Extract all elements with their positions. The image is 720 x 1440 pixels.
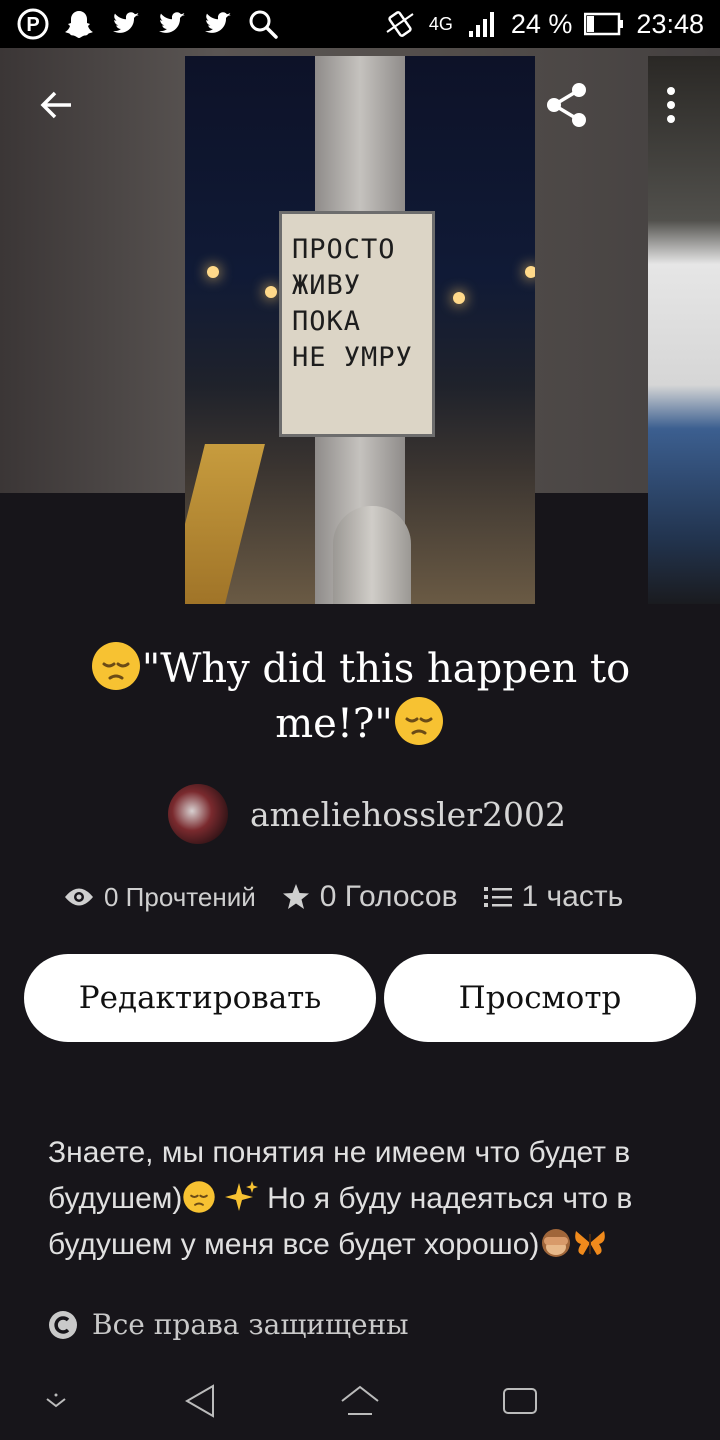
parts-stat: 1 часть <box>483 880 624 914</box>
author-row[interactable]: ameliehossler2002 <box>168 784 566 844</box>
search-icon <box>246 7 280 41</box>
avatar[interactable] <box>168 784 228 844</box>
sparkles-emoji-icon <box>224 1181 258 1211</box>
pensive-face-emoji-icon <box>91 642 140 690</box>
sign-line: ПОКА <box>292 306 362 337</box>
more-vertical-icon <box>667 87 675 123</box>
votes-count: 0 Голосов <box>319 880 458 913</box>
twitter-icon <box>154 7 188 41</box>
status-bar: P 4G 24 % 23:48 <box>0 0 720 48</box>
nav-recents-button[interactable] <box>490 1376 550 1426</box>
share-button[interactable] <box>532 70 602 140</box>
back-button[interactable] <box>22 70 92 140</box>
triangle-back-icon <box>184 1384 214 1418</box>
story-description: Знаете, мы понятия не имеем что будет в … <box>48 1130 688 1268</box>
cover-sign: ПРОСТО ЖИВУ ПОКА НЕ УМРУ <box>279 211 435 437</box>
reads-count: 0 Прочтений <box>104 881 256 912</box>
view-button[interactable]: Просмотр <box>384 954 696 1042</box>
network-type: 4G <box>428 14 453 34</box>
story-title: "Why did this happen to me!?" <box>40 640 680 750</box>
cover-carousel[interactable]: ПРОСТО ЖИВУ ПОКА НЕ УМРУ <box>0 48 720 608</box>
reads-stat: 0 Прочтений <box>64 882 256 913</box>
chevron-down-icon <box>46 1393 66 1408</box>
more-options-button[interactable] <box>636 70 706 140</box>
title-text: "Why did this happen to me!?" <box>141 646 631 747</box>
eye-icon <box>65 888 93 906</box>
nav-home-button[interactable] <box>330 1376 390 1426</box>
nav-back-button[interactable] <box>170 1376 230 1426</box>
sign-line: ПРОСТО <box>292 234 396 265</box>
author-name[interactable]: ameliehossler2002 <box>250 795 566 834</box>
star-icon <box>282 884 309 909</box>
svg-text:P: P <box>26 14 39 36</box>
pole-base <box>333 506 411 604</box>
sign-line: НЕ УМРУ <box>292 342 413 373</box>
copyright-icon <box>49 1310 77 1339</box>
signal-icon <box>465 7 499 41</box>
home-icon <box>341 1385 379 1415</box>
story-cover[interactable]: ПРОСТО ЖИВУ ПОКА НЕ УМРУ <box>185 56 535 604</box>
pinterest-icon: P <box>16 7 50 41</box>
votes-stat: 0 Голосов <box>282 880 458 914</box>
snapchat-icon <box>62 7 96 41</box>
pensive-face-emoji-icon <box>183 1181 216 1213</box>
battery-icon <box>584 7 624 41</box>
parts-count: 1 часть <box>521 880 624 913</box>
vibrate-icon <box>383 7 417 41</box>
story-stats: 0 Прочтений 0 Голосов 1 часть <box>64 880 623 914</box>
list-icon <box>483 887 512 907</box>
copyright-text: Все права защищены <box>92 1308 409 1341</box>
clock: 23:48 <box>636 8 704 39</box>
arrow-left-icon <box>40 91 71 119</box>
edit-button[interactable]: Редактировать <box>24 954 376 1042</box>
system-nav-bar <box>0 1360 720 1440</box>
copyright-row: Все права защищены <box>48 1308 409 1341</box>
battery-percent: 24 % <box>510 8 573 39</box>
recents-icon <box>503 1388 537 1414</box>
sign-line: ЖИВУ <box>292 270 362 301</box>
butterfly-emoji-icon <box>575 1231 606 1255</box>
twitter-icon <box>200 7 234 41</box>
pensive-face-emoji-icon <box>394 697 443 745</box>
road-marking <box>185 444 265 604</box>
hide-nav-button[interactable] <box>26 1376 86 1426</box>
share-icon <box>547 83 586 127</box>
twitter-icon <box>108 7 142 41</box>
see-no-evil-monkey-emoji-icon <box>542 1229 571 1257</box>
